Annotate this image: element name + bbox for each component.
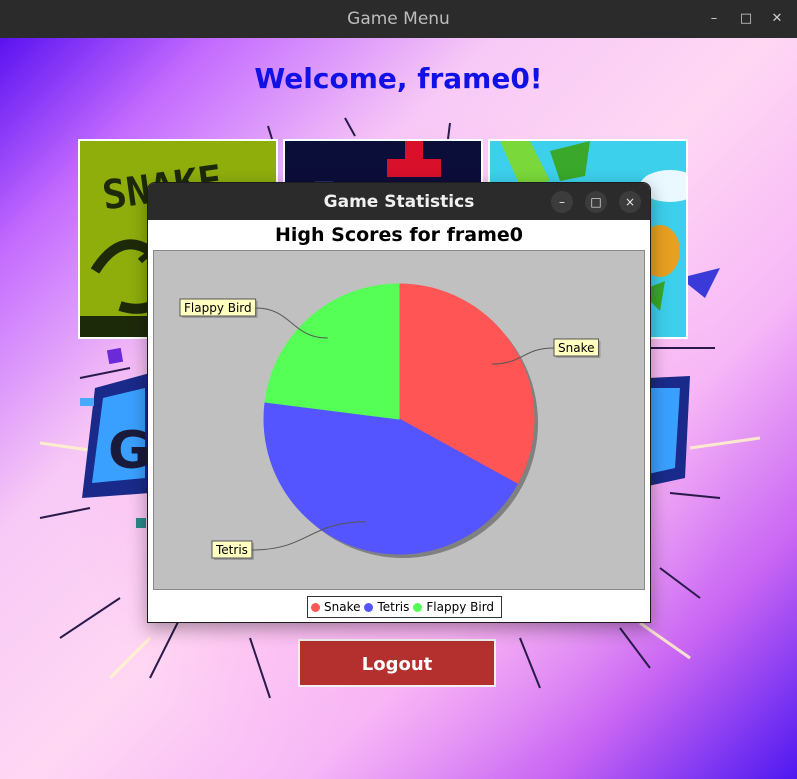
svg-text:Tetris: Tetris	[215, 543, 248, 557]
dialog-close-icon[interactable]: ×	[619, 191, 641, 213]
svg-text:Flappy Bird: Flappy Bird	[184, 301, 252, 315]
dialog-maximize-icon[interactable]: □	[585, 191, 607, 213]
legend-color-icon	[311, 602, 320, 612]
logout-button[interactable]: Logout	[298, 639, 496, 687]
window-titlebar: Game Menu – □ ✕	[0, 0, 797, 38]
window-title: Game Menu	[347, 9, 450, 29]
pie-label-snake: Snake	[553, 338, 601, 358]
pie-label-tetris: Tetris	[211, 540, 254, 560]
legend-label: Snake	[324, 600, 361, 614]
close-icon[interactable]: ✕	[768, 10, 786, 28]
game-statistics-dialog: Game Statistics – □ × High Scores for fr…	[147, 182, 651, 623]
svg-text:Snake: Snake	[558, 341, 594, 355]
maximize-icon[interactable]: □	[737, 10, 755, 28]
chart-plot-area: Snake Tetris Flappy Bird	[153, 250, 645, 590]
welcome-heading: Welcome, frame0!	[254, 62, 543, 95]
legend-color-icon	[413, 602, 423, 612]
legend-item: Snake	[311, 600, 360, 614]
legend-item: Tetris	[364, 600, 409, 614]
legend-label: Tetris	[377, 600, 410, 614]
legend-label: Flappy Bird	[426, 600, 495, 614]
chart-title: High Scores for frame0	[274, 224, 523, 246]
dialog-title: Game Statistics	[323, 192, 475, 212]
svg-text:G: G	[108, 421, 151, 481]
dialog-titlebar: Game Statistics – □ ×	[148, 183, 650, 220]
chart-legend: Snake Tetris Flappy Bird	[307, 596, 503, 618]
legend-item: Flappy Bird	[413, 600, 494, 614]
pie-chart: Snake Tetris Flappy Bird	[179, 283, 601, 560]
minimize-icon[interactable]: –	[705, 10, 723, 28]
pie-slice-flappy-bird	[264, 283, 400, 420]
pie-label-flappy-bird: Flappy Bird	[179, 298, 258, 318]
dialog-minimize-icon[interactable]: –	[551, 191, 573, 213]
legend-color-icon	[364, 602, 374, 612]
